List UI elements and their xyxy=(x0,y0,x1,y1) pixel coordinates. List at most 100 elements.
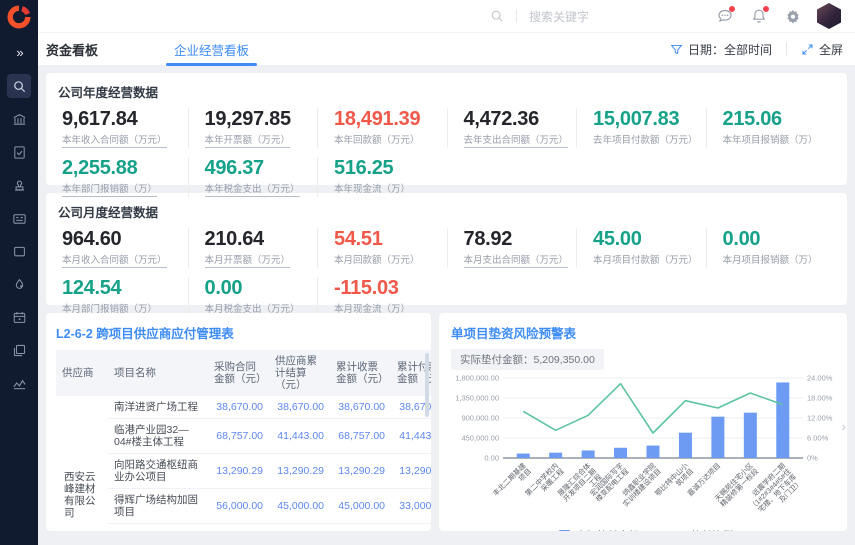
gear-icon[interactable] xyxy=(783,6,803,26)
date-filter[interactable]: 日期：全部时间 xyxy=(670,41,772,58)
metric-label[interactable]: 本年收入合同额（万元） xyxy=(62,135,167,148)
table-row[interactable]: 得辉广场结构加固项目56,000.0045,000.0045,000.0033,… xyxy=(56,489,431,524)
sidebar-item-search-icon[interactable] xyxy=(7,74,31,98)
amount-cell[interactable]: 13,290.29 xyxy=(208,454,269,489)
metric-value: 215.06 xyxy=(723,108,836,130)
sidebar-item-water-drop-icon[interactable] xyxy=(7,272,31,296)
metric-value: 496.37 xyxy=(205,157,318,179)
x-axis-label: 第二中学校内采暖工程 xyxy=(523,461,565,503)
sidebar-item-id-card-icon[interactable] xyxy=(7,206,31,230)
sidebar-expand-icon[interactable]: » xyxy=(16,45,21,60)
metric-value: 9,617.84 xyxy=(62,108,188,130)
amount-cell[interactable]: 45,000.00 xyxy=(269,489,330,524)
column-header: 累计收票金额（元） xyxy=(330,350,391,396)
fullscreen-button[interactable]: 全屏 xyxy=(801,41,843,58)
amount-cell[interactable]: 56,000.00 xyxy=(208,489,269,524)
sidebar-item-calendar-icon[interactable] xyxy=(7,305,31,329)
sidebar-item-bank-icon[interactable] xyxy=(7,107,31,131)
column-header: 项目名称 xyxy=(108,350,208,396)
bar[interactable] xyxy=(744,413,757,458)
monthly-card-title: 公司月度经营数据 xyxy=(58,202,835,221)
amount-cell[interactable]: 68,757.00 xyxy=(330,419,391,454)
notification-dot xyxy=(729,6,735,12)
monthly-data-card: 公司月度经营数据 964.60 本月收入合同额（万元） 210.64 本月开票额（万元… xyxy=(46,193,847,305)
amount-cell[interactable]: 33,000.00 xyxy=(391,489,431,524)
amount-cell[interactable]: 41,443.00 xyxy=(269,419,330,454)
amount-cell[interactable]: 13,290.29 xyxy=(391,454,431,489)
table-row[interactable]: 西安云峰建材有限公司南洋进贤广场工程38,670.0038,670.0038,6… xyxy=(56,396,431,419)
sidebar-item-stamp-icon[interactable] xyxy=(7,173,31,197)
chart-next-arrow[interactable]: › xyxy=(841,418,846,434)
metric-label[interactable]: 本月支出合同额（万元） xyxy=(464,255,569,268)
metric-label[interactable]: 本年部门报销额（万） xyxy=(62,184,157,197)
amount-cell[interactable]: 57,273.00 xyxy=(330,524,391,529)
amount-cell[interactable]: 38,670.00 xyxy=(269,396,330,419)
metric-value: 2,255.88 xyxy=(62,157,188,179)
bar[interactable] xyxy=(647,446,660,458)
metric: 0.00本月税金支出（万元） xyxy=(188,277,318,317)
metric: 15,007.83去年项目付款额（万元） xyxy=(576,108,706,148)
metric: 78.92 本月支出合同额（万元） xyxy=(447,228,577,268)
metric-label: 本年回款额（万元） xyxy=(334,135,420,147)
top-header: 搜索关键字 xyxy=(38,0,855,32)
metric-label: 本月项目报销额（万） xyxy=(723,255,818,267)
legend-advance-ratio[interactable]: 垫付比例 xyxy=(677,528,733,531)
amount-cell[interactable]: 14,071.00 xyxy=(391,524,431,529)
tab-enterprise-dashboard[interactable]: 企业经营看板 xyxy=(160,33,263,66)
sidebar-item-folder-icon[interactable] xyxy=(7,239,31,263)
bar[interactable] xyxy=(517,454,530,458)
search-input[interactable]: 搜索关键字 xyxy=(529,8,649,25)
sidebar: » xyxy=(0,0,38,545)
left-axis-tick: 1,350,000.00 xyxy=(455,394,499,403)
legend-actual-advance[interactable]: 实际垫付金额 xyxy=(559,528,639,531)
metric-label[interactable]: 本月收入合同额（万元） xyxy=(62,255,167,268)
table-row[interactable]: 临港产业园32—04#楼主体工程68,757.0041,443.0068,757… xyxy=(56,419,431,454)
metric-label[interactable]: 本年开票额（万元） xyxy=(205,135,291,148)
annual-card-title: 公司年度经营数据 xyxy=(58,82,835,101)
global-search[interactable]: 搜索关键字 xyxy=(490,8,649,25)
bar[interactable] xyxy=(679,433,692,458)
message-icon[interactable] xyxy=(715,6,735,26)
date-filter-label: 日期：全部时间 xyxy=(688,41,772,58)
metric: 496.37 本年税金支出（万元） xyxy=(188,157,318,197)
bar[interactable] xyxy=(614,448,627,458)
metric-label[interactable]: 本年税金支出（万元） xyxy=(205,184,300,197)
amount-cell[interactable]: 45,000.00 xyxy=(330,489,391,524)
bar[interactable] xyxy=(549,453,562,458)
table-row[interactable]: 向阳路交通枢纽商业办公项目13,290.2913,290.2913,290.29… xyxy=(56,454,431,489)
svg-text:鄂比特中山小筑项目: 鄂比特中山小筑项目 xyxy=(653,461,695,503)
metric: 0.00本月项目报销额（万） xyxy=(706,228,836,268)
bell-icon[interactable] xyxy=(749,6,769,26)
left-axis-tick: 900,000.00 xyxy=(461,414,499,423)
metric: 9,617.84 本年收入合同额（万元） xyxy=(58,108,188,148)
sidebar-item-layers-icon[interactable] xyxy=(7,338,31,362)
x-axis-label: 鄂比特中山小筑项目 xyxy=(653,461,695,503)
metric-value: 210.64 xyxy=(205,228,318,250)
metric-label[interactable]: 本月开票额（万元） xyxy=(205,255,291,268)
sidebar-item-document-check-icon[interactable] xyxy=(7,140,31,164)
table-row[interactable]: 西京河西综合体项目57,273.0040,273.0057,273.0014,0… xyxy=(56,524,431,529)
bar[interactable] xyxy=(776,382,789,458)
amount-cell[interactable]: 13,290.29 xyxy=(330,454,391,489)
metric: 124.54本月部门报销额（万） xyxy=(58,277,188,317)
amount-cell[interactable]: 68,757.00 xyxy=(208,419,269,454)
avatar[interactable] xyxy=(817,3,841,29)
bar[interactable] xyxy=(582,450,595,458)
column-header: 采购合同金额（元） xyxy=(208,350,269,396)
sidebar-item-activity-icon[interactable] xyxy=(7,371,31,395)
metric-label[interactable]: 去年支出合同额（万元） xyxy=(464,135,569,148)
metric-value: 78.92 xyxy=(464,228,577,250)
metric-value: 964.60 xyxy=(62,228,188,250)
x-axis-label: 丰北二期基建项目 xyxy=(491,461,533,503)
bar[interactable] xyxy=(711,417,724,458)
amount-cell[interactable]: 38,670.00 xyxy=(330,396,391,419)
amount-cell[interactable]: 40,273.00 xyxy=(269,524,330,529)
metric-label: 本年现金流（万） xyxy=(334,184,410,196)
amount-cell[interactable]: 38,670.00 xyxy=(208,396,269,419)
amount-cell[interactable]: 13,290.29 xyxy=(269,454,330,489)
metric: 4,472.36去年支出合同额（万元） xyxy=(447,108,577,148)
table-header-row: 供应商项目名称采购合同金额（元）供应商累计结算（元）累计收票金额（元）累计付款金… xyxy=(56,350,431,396)
amount-cell[interactable]: 41,443.00 xyxy=(391,419,431,454)
table-scrollbar[interactable] xyxy=(425,353,429,417)
amount-cell[interactable]: 57,273.00 xyxy=(208,524,269,529)
